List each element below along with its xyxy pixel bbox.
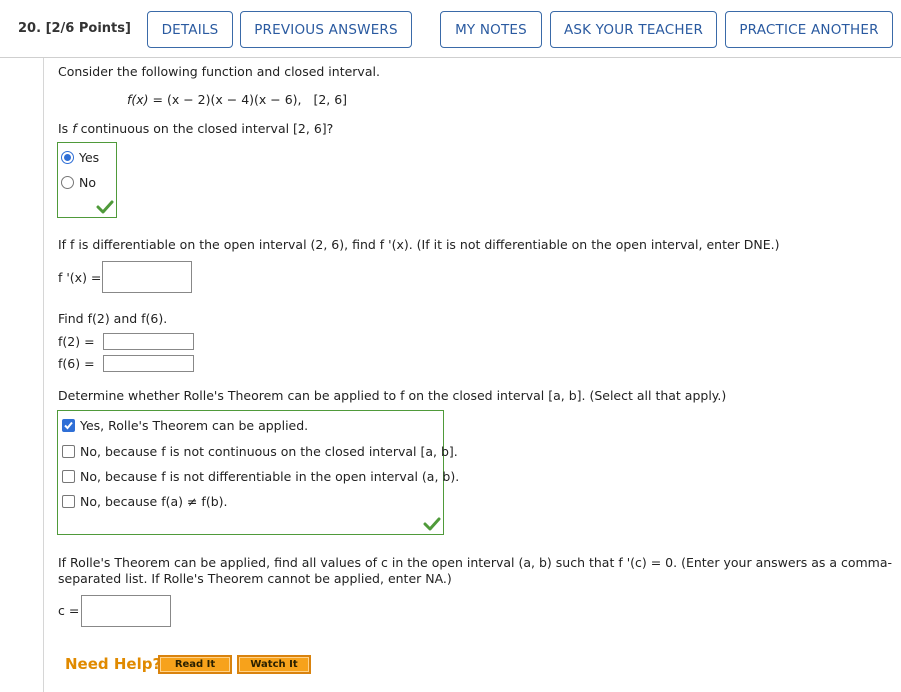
- no-radio[interactable]: [61, 176, 74, 189]
- details-button[interactable]: DETAILS: [147, 11, 233, 48]
- question-number: 20.: [18, 21, 42, 36]
- previous-answers-button[interactable]: PREVIOUS ANSWERS: [240, 11, 412, 48]
- derivative-label: f '(x) =: [58, 270, 102, 285]
- rolle-option-not-continuous-label: No, because f is not continuous on the c…: [80, 444, 458, 459]
- rolle-option-unequal-label: No, because f(a) ≠ f(b).: [80, 494, 228, 509]
- continuity-question: Is f continuous on the closed interval […: [58, 121, 334, 136]
- problem-intro: Consider the following function and clos…: [58, 64, 380, 79]
- values-question: Find f(2) and f(6).: [58, 311, 168, 326]
- question-points: [2/6 Points]: [45, 21, 131, 36]
- content-left-border: [43, 58, 44, 692]
- c-values-question-line1: If Rolle's Theorem can be applied, find …: [58, 555, 893, 570]
- f2-label: f(2) =: [58, 334, 95, 349]
- continuity-answer-box: Yes No: [57, 142, 117, 218]
- c-values-input[interactable]: [81, 595, 171, 627]
- rolle-question: Determine whether Rolle's Theorem can be…: [58, 388, 727, 403]
- yes-label: Yes: [79, 150, 100, 165]
- function-rhs: = (x − 2)(x − 4)(x − 6),: [148, 92, 302, 107]
- rolle-option-not-continuous-checkbox[interactable]: [62, 445, 75, 458]
- rolle-option-yes-checkbox[interactable]: [62, 419, 75, 432]
- ask-your-teacher-button[interactable]: ASK YOUR TEACHER: [550, 11, 717, 48]
- my-notes-button[interactable]: MY NOTES: [440, 11, 542, 48]
- function-definition: f(x) = (x − 2)(x − 4)(x − 6), [2, 6]: [127, 92, 347, 107]
- derivative-input[interactable]: [102, 261, 192, 293]
- question-header: 20. [2/6 Points] DETAILS PREVIOUS ANSWER…: [0, 0, 901, 58]
- yes-radio[interactable]: [61, 151, 74, 164]
- c-label: c =: [58, 603, 80, 618]
- f6-input[interactable]: [103, 355, 194, 372]
- read-it-button[interactable]: Read It: [158, 655, 232, 674]
- f2-input[interactable]: [103, 333, 194, 350]
- rolle-option-yes-label: Yes, Rolle's Theorem can be applied.: [80, 418, 309, 433]
- question-title: 20. [2/6 Points]: [18, 21, 131, 36]
- need-help-label: Need Help?: [65, 655, 162, 673]
- derivative-question: If f is differentiable on the open inter…: [58, 237, 780, 252]
- function-interval: [2, 6]: [313, 92, 348, 107]
- f6-label: f(6) =: [58, 356, 95, 371]
- correct-check-icon: [423, 517, 441, 531]
- rolle-option-unequal-checkbox[interactable]: [62, 495, 75, 508]
- rolle-option-not-differentiable-label: No, because f is not differentiable in t…: [80, 469, 460, 484]
- watch-it-button[interactable]: Watch It: [237, 655, 311, 674]
- correct-check-icon: [96, 200, 114, 214]
- function-lhs: f(x): [127, 92, 149, 107]
- no-label: No: [79, 175, 96, 190]
- checkmark-icon: [64, 421, 73, 430]
- practice-another-button[interactable]: PRACTICE ANOTHER: [725, 11, 893, 48]
- rolle-option-not-differentiable-checkbox[interactable]: [62, 470, 75, 483]
- rolle-answer-box: Yes, Rolle's Theorem can be applied. No,…: [57, 410, 459, 535]
- c-values-question-line2: separated list. If Rolle's Theorem canno…: [58, 571, 452, 586]
